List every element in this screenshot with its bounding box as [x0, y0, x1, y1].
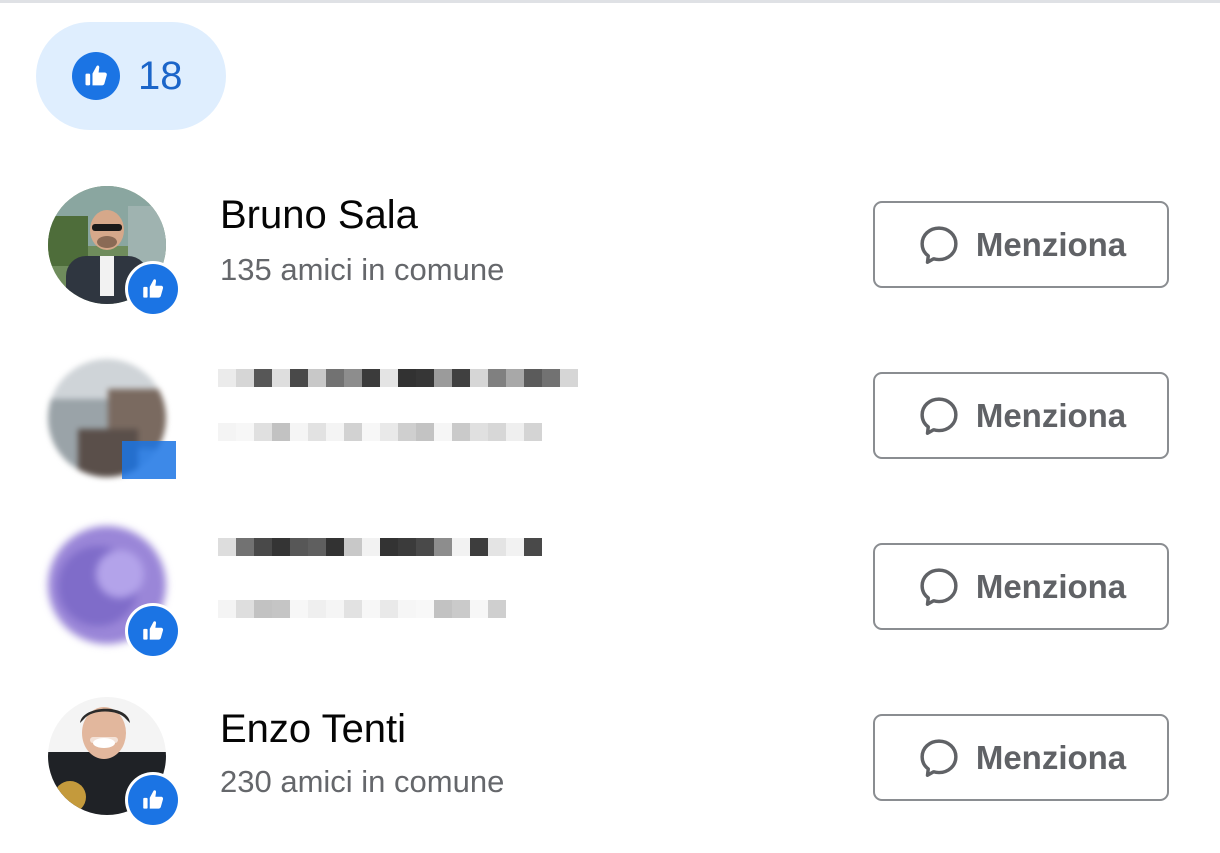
obscured-name [218, 369, 588, 405]
top-divider [0, 0, 1220, 3]
mention-button[interactable]: Menziona [873, 714, 1169, 801]
list-item[interactable]: Menziona [0, 512, 1220, 682]
list-item[interactable]: Enzo Tenti 230 amici in comune Menziona [0, 683, 1220, 853]
obscured-mutual [218, 600, 558, 626]
speech-bubble-icon [920, 738, 958, 777]
obscured-mutual [218, 423, 558, 455]
mention-button[interactable]: Menziona [873, 201, 1169, 288]
mention-label: Menziona [975, 225, 1127, 263]
mention-label: Menziona [975, 738, 1127, 776]
mention-button[interactable]: Menziona [873, 372, 1169, 459]
thumbs-up-icon [128, 775, 178, 825]
obscured-name [218, 538, 598, 574]
mention-label: Menziona [975, 567, 1127, 605]
speech-bubble-icon [920, 225, 958, 264]
thumbs-up-icon [128, 264, 178, 314]
reaction-filter-all[interactable]: 18 [36, 22, 226, 130]
reaction-count: 18 [138, 54, 183, 98]
mutual-friends: 230 amici in comune [220, 764, 505, 799]
mention-button[interactable]: Menziona [873, 543, 1169, 630]
thumbs-up-icon [72, 52, 120, 100]
speech-bubble-icon [920, 396, 958, 435]
speech-bubble-icon [920, 567, 958, 606]
list-item[interactable]: Bruno Sala 135 amici in comune Menziona [0, 170, 1220, 340]
list-item[interactable]: Menziona [0, 341, 1220, 511]
pixelated-badge [122, 441, 176, 479]
person-name[interactable]: Enzo Tenti [220, 705, 406, 753]
thumbs-up-icon [128, 606, 178, 656]
person-name[interactable]: Bruno Sala [220, 191, 418, 239]
mention-label: Menziona [975, 396, 1127, 434]
mutual-friends: 135 amici in comune [220, 252, 505, 287]
